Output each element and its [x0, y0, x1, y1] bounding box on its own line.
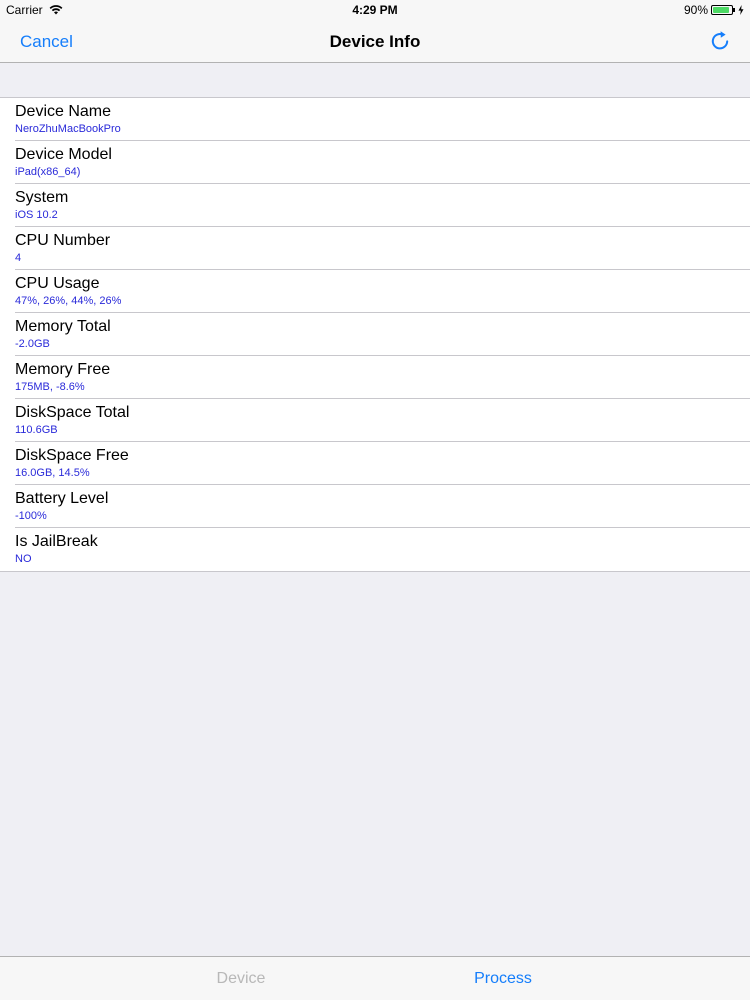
table-row[interactable]: Battery Level -100%: [0, 485, 750, 528]
table-row[interactable]: CPU Usage 47%, 26%, 44%, 26%: [0, 270, 750, 313]
device-info-table: Device Name NeroZhuMacBookPro Device Model…: [0, 97, 750, 572]
status-bar: Carrier 4:29 PM 90%: [0, 0, 750, 20]
row-value: NeroZhuMacBookPro: [15, 123, 121, 135]
page-title: Device Info: [329, 32, 421, 51]
row-title: System: [15, 189, 69, 206]
table-row[interactable]: DiskSpace Total 110.6GB: [0, 399, 750, 442]
row-value: 110.6GB: [15, 424, 58, 436]
table-row[interactable]: Memory Total -2.0GB: [0, 313, 750, 356]
navigation-bar: Cancel Device Info: [0, 20, 750, 63]
row-title: Device Name: [15, 103, 112, 120]
table-row[interactable]: Is JailBreak NO: [0, 528, 750, 571]
row-title: Is JailBreak: [15, 533, 98, 550]
row-value: NO: [15, 553, 32, 565]
battery-percent: 90%: [683, 3, 708, 17]
row-value: 175MB, -8.6%: [15, 381, 85, 393]
status-right: 90%: [684, 3, 744, 17]
status-time: 4:29 PM: [352, 3, 398, 17]
table-row[interactable]: Device Model iPad(x86_64): [0, 141, 750, 184]
battery-icon: [711, 5, 735, 15]
charging-bolt-icon: [738, 5, 744, 15]
row-title: Battery Level: [15, 490, 109, 507]
table-row[interactable]: CPU Number 4: [0, 227, 750, 270]
table-row[interactable]: DiskSpace Free 16.0GB, 14.5%: [0, 442, 750, 485]
refresh-icon[interactable]: [708, 29, 732, 53]
row-value: -2.0GB: [15, 338, 50, 350]
row-title: CPU Usage: [15, 275, 100, 292]
row-value: iPad(x86_64): [15, 166, 81, 178]
row-title: Device Model: [15, 146, 112, 163]
row-value: 16.0GB, 14.5%: [15, 467, 90, 479]
tab-device[interactable]: Device: [141, 970, 341, 988]
row-title: Memory Free: [15, 361, 111, 378]
row-value: iOS 10.2: [15, 209, 58, 221]
row-value: -100%: [15, 510, 47, 522]
battery-fill: [713, 7, 730, 13]
row-value: 47%, 26%, 44%, 26%: [15, 295, 122, 307]
row-value: 4: [15, 252, 22, 264]
table-row[interactable]: Device Name NeroZhuMacBookPro: [0, 98, 750, 141]
table-row[interactable]: Memory Free 175MB, -8.6%: [0, 356, 750, 399]
table-row[interactable]: System iOS 10.2: [0, 184, 750, 227]
row-title: Memory Total: [15, 318, 111, 335]
tab-process[interactable]: Process: [403, 970, 603, 988]
row-title: DiskSpace Free: [15, 447, 129, 464]
row-title: DiskSpace Total: [15, 404, 130, 421]
tab-bar: Device Process: [0, 956, 750, 1000]
battery-cap: [733, 8, 735, 12]
row-title: CPU Number: [15, 232, 111, 249]
